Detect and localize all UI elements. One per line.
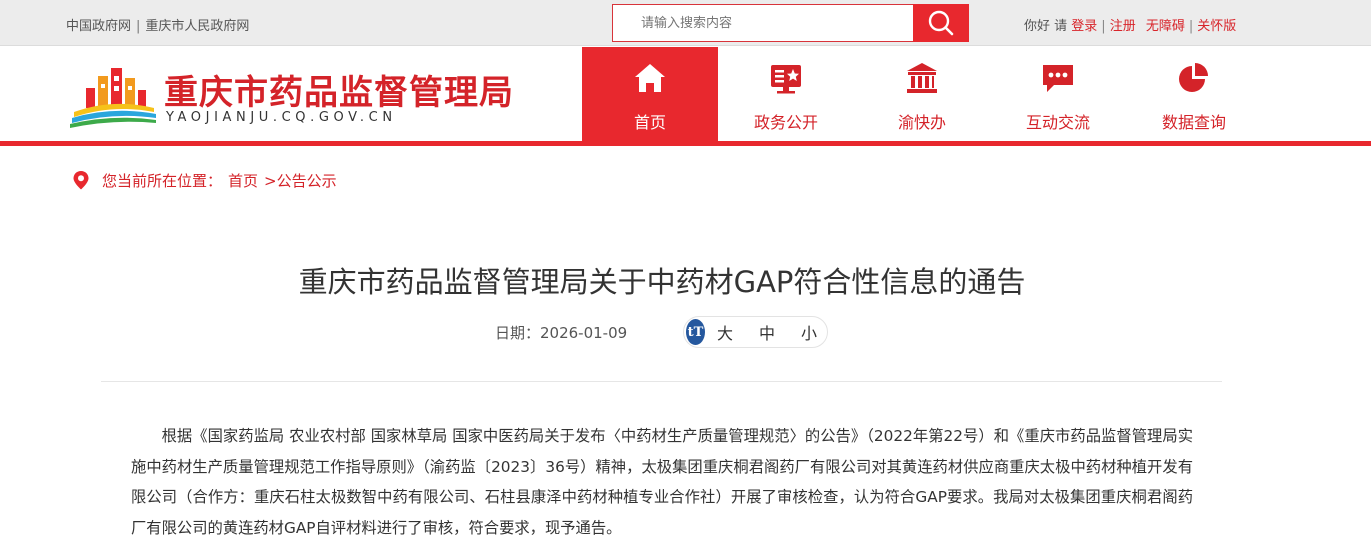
nav-data-query[interactable]: 数据查询: [1126, 47, 1262, 142]
link-chongqing-gov[interactable]: 重庆市人民政府网: [145, 19, 249, 34]
nav-label: 政务公开: [753, 113, 818, 132]
separator: |: [136, 19, 141, 34]
care-mode-link[interactable]: 关怀版: [1197, 19, 1236, 34]
register-link[interactable]: 注册: [1110, 19, 1136, 34]
nav-label: 首页: [633, 113, 666, 132]
top-utility-bar: 中国政府网|重庆市人民政府网 你好 请 登录|注册 无障碍|关怀版: [0, 0, 1371, 46]
nav-label: 互动交流: [1025, 113, 1090, 132]
site-title[interactable]: 重庆市药品监督管理局: [164, 65, 514, 114]
font-size-medium[interactable]: 中: [759, 320, 775, 344]
nav-label: 渝快办: [897, 113, 946, 132]
site-logo-icon[interactable]: [68, 62, 158, 128]
home-icon: [635, 64, 665, 92]
font-size-small[interactable]: 小: [801, 320, 817, 344]
nav-yu-kuai-ban[interactable]: 渝快办: [854, 47, 990, 142]
search-input[interactable]: [612, 4, 914, 42]
separator: |: [1188, 19, 1194, 34]
breadcrumb-prefix: 您当前所在位置：: [102, 171, 223, 190]
search-box: [612, 4, 970, 42]
font-size-large[interactable]: 大: [717, 320, 733, 344]
search-icon: [928, 10, 954, 36]
site-domain: YAOJIANJU.CQ.GOV.CN: [166, 110, 397, 125]
login-link[interactable]: 登录: [1071, 19, 1097, 34]
article-title: 重庆市药品监督管理局关于中药材GAP符合性信息的通告: [298, 265, 1026, 299]
accessibility-link[interactable]: 无障碍: [1146, 19, 1185, 34]
nav-public-affairs[interactable]: 政务公开: [718, 47, 854, 142]
font-size-switcher: tT 大 中 小: [683, 316, 828, 348]
main-nav: 首页 政务公开 渝快办 互动交流 数据查询: [582, 47, 1262, 142]
public-affairs-icon: [771, 65, 801, 94]
title-divider: [101, 381, 1222, 382]
font-size-icon: tT: [686, 319, 705, 345]
user-links: 你好 请 登录 | 注册 无障碍 | 关怀版: [1024, 15, 1236, 34]
nav-home[interactable]: 首页: [582, 47, 718, 142]
site-header: 重庆市药品监督管理局 YAOJIANJU.CQ.GOV.CN 首页 政务公开 渝…: [0, 47, 1371, 142]
breadcrumb: 您当前所在位置： 首页 >公告公示: [72, 170, 337, 190]
gov-links: 中国政府网 | 重庆市人民政府网: [66, 15, 249, 34]
search-button[interactable]: [913, 4, 969, 42]
article-date: 日期：2026-01-09: [495, 324, 628, 342]
location-pin-icon: [73, 171, 89, 190]
chat-icon: [1043, 65, 1073, 92]
link-central-gov[interactable]: 中国政府网: [66, 19, 131, 34]
government-building-icon: [907, 63, 937, 93]
greeting-text: 你好 请: [1024, 19, 1068, 34]
nav-interaction[interactable]: 互动交流: [990, 47, 1126, 142]
separator: |: [1101, 19, 1106, 34]
nav-label: 数据查询: [1161, 113, 1226, 132]
header-divider: [0, 141, 1371, 146]
pie-chart-icon: [1179, 63, 1208, 92]
article-paragraph: 根据《国家药监局 农业农村部 国家林草局 国家中医药局关于发布〈中药材生产质量管…: [131, 427, 1193, 537]
breadcrumb-home-link[interactable]: 首页: [228, 170, 258, 191]
breadcrumb-current-link[interactable]: >公告公示: [264, 170, 337, 191]
